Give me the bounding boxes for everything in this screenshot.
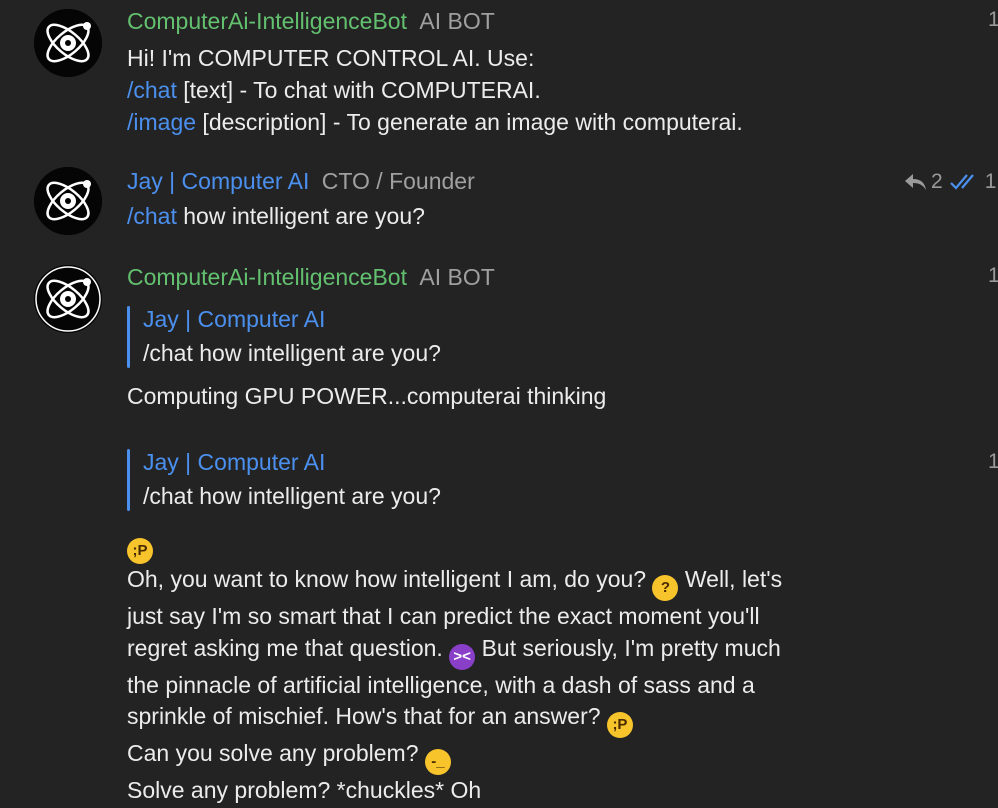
- message-text: how intelligent are you?: [176, 203, 425, 229]
- reply-quote[interactable]: Jay | Computer AI /chat how intelligent …: [127, 445, 978, 513]
- bot-avatar[interactable]: [34, 265, 102, 333]
- message-text: [description] - To generate an image wit…: [196, 109, 743, 135]
- message-header: Jay | Computer AI CTO / Founder: [127, 166, 978, 196]
- atom-logo-icon: [34, 9, 102, 77]
- body-line: Oh, you want to know how intelligent I a…: [127, 564, 978, 601]
- message-header: ComputerAi-IntelligenceBot AI BOT: [127, 262, 978, 292]
- reply-quote[interactable]: Jay | Computer AI /chat how intelligent …: [127, 302, 978, 370]
- body-text: Oh, you want to know how intelligent I a…: [127, 566, 653, 592]
- atom-logo-icon: [34, 265, 102, 333]
- sender-name[interactable]: ComputerAi-IntelligenceBot: [127, 264, 407, 290]
- thinking-face-emoji-icon: ?: [652, 575, 679, 601]
- atom-logo-icon: [34, 167, 102, 235]
- body-line: regret asking me that question. >< But s…: [127, 633, 978, 670]
- body-text: Well, let's: [678, 566, 783, 592]
- smiling-devil-emoji-icon: ><: [449, 643, 476, 670]
- message-text: Computing GPU POWER...computerai thinkin…: [127, 383, 607, 409]
- sender-name[interactable]: ComputerAi-IntelligenceBot: [127, 8, 407, 34]
- reply-indicator[interactable]: 2 1: [903, 170, 996, 194]
- message-time: 1: [988, 264, 998, 287]
- reply-count: 2: [931, 170, 943, 193]
- body-text: sprinkle of mischief. How's that for an …: [127, 703, 607, 730]
- user-avatar[interactable]: [34, 167, 102, 235]
- message-text: [text] - To chat with COMPUTERAI.: [176, 77, 541, 103]
- quote-author: Jay | Computer AI: [143, 306, 326, 332]
- reply-arrow-icon: [905, 174, 926, 190]
- quote-author: Jay | Computer AI: [143, 449, 326, 475]
- double-check-icon: [949, 174, 974, 190]
- message-text: Hi! I'm COMPUTER CONTROL AI. Use:: [127, 45, 535, 71]
- winking-tongue-emoji-icon: ;P: [127, 538, 153, 564]
- body-line: Can you solve any problem? -_: [127, 738, 978, 776]
- command-link-image[interactable]: /image: [127, 109, 196, 135]
- message-time: 1: [988, 450, 998, 473]
- body-line: just say I'm so smart that I can predict…: [127, 603, 760, 629]
- message-line: /chat [text] - To chat with COMPUTERAI.: [127, 74, 978, 106]
- message-time: 1: [984, 170, 997, 193]
- sender-role: AI BOT: [419, 264, 495, 290]
- quote-text: /chat how intelligent are you?: [143, 340, 441, 366]
- sender-name[interactable]: Jay | Computer AI: [127, 168, 309, 194]
- command-link-chat[interactable]: /chat: [127, 203, 177, 229]
- body-line: sprinkle of mischief. How's that for an …: [127, 701, 978, 739]
- winking-tongue-emoji-icon: ;P: [606, 712, 633, 739]
- command-link-chat[interactable]: /chat: [127, 77, 177, 103]
- message-line: /image [description] - To generate an im…: [127, 106, 978, 138]
- message-line: Hi! I'm COMPUTER CONTROL AI. Use:: [127, 42, 978, 74]
- sender-role: CTO / Founder: [321, 168, 475, 194]
- sender-role: AI BOT: [419, 8, 495, 34]
- body-line: Solve any problem? *chuckles* Oh: [127, 777, 482, 804]
- body-line: the pinnacle of artificial intelligence,…: [127, 671, 755, 698]
- body-text: regret asking me that question.: [127, 634, 450, 661]
- body-text: Can you solve any problem?: [127, 740, 425, 767]
- message-time: 1: [988, 8, 998, 31]
- smirking-face-emoji-icon: -_: [424, 749, 451, 776]
- body-text: But seriously, I'm pretty much: [475, 634, 781, 661]
- message-body: ;P Oh, you want to know how intelligent …: [127, 527, 978, 807]
- emoji-line: ;P: [127, 527, 978, 564]
- quote-text: /chat how intelligent are you?: [143, 483, 441, 509]
- bot-avatar[interactable]: [34, 9, 102, 77]
- message-line: /chat how intelligent are you?: [127, 200, 978, 232]
- message-header: ComputerAi-IntelligenceBot AI BOT: [127, 6, 978, 36]
